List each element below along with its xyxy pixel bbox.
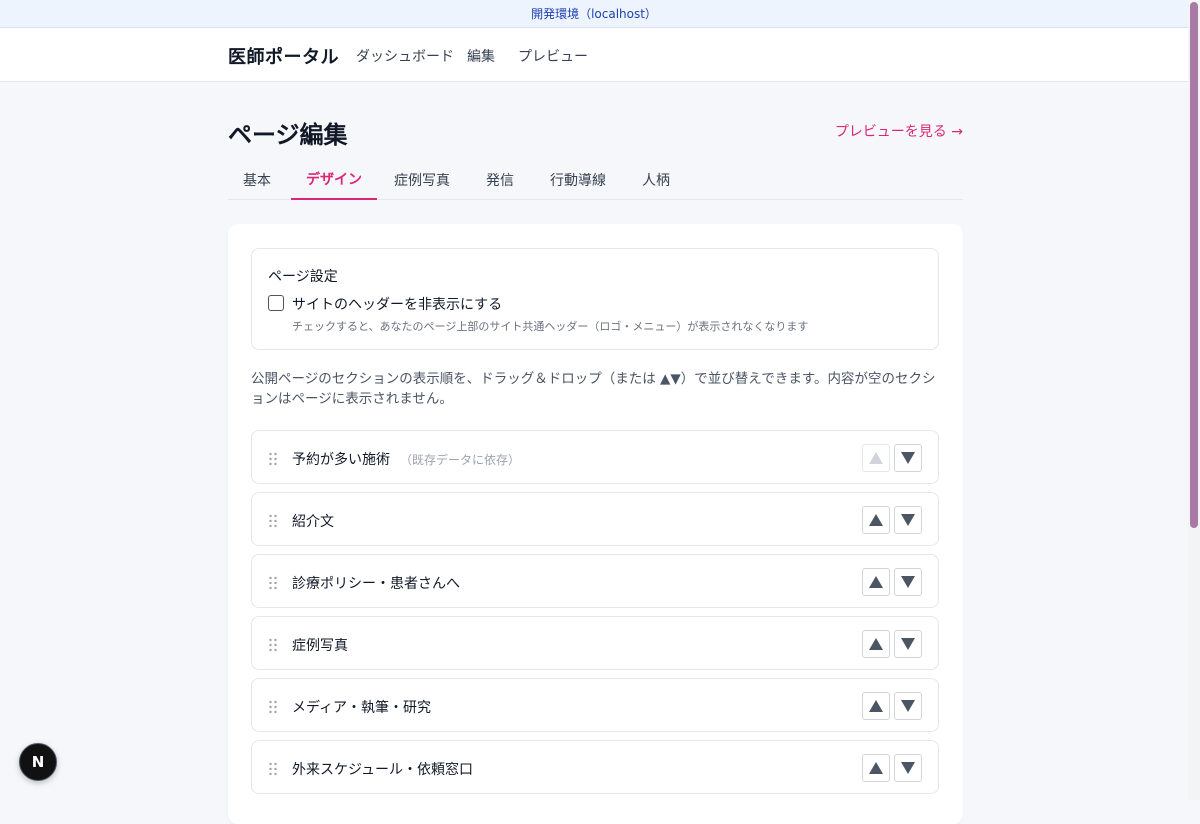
tab-basic[interactable]: 基本	[228, 160, 286, 200]
nav-dashboard[interactable]: ダッシュボード	[356, 46, 454, 66]
triangle-up-icon	[869, 762, 883, 774]
move-down-button[interactable]	[894, 630, 922, 658]
tab-action-flow[interactable]: 行動導線	[535, 160, 621, 200]
triangle-up-icon	[869, 514, 883, 526]
section-row[interactable]: 外来スケジュール・依頼窓口	[251, 740, 939, 794]
drag-handle-icon[interactable]	[269, 451, 277, 466]
triangle-up-icon	[869, 452, 883, 464]
triangle-down-icon	[901, 762, 915, 774]
nav-edit[interactable]: 編集	[467, 46, 495, 66]
preview-link[interactable]: プレビューを見る →	[835, 121, 963, 141]
tab-bar: 基本 デザイン 症例写真 発信 行動導線 人柄	[228, 160, 963, 200]
move-down-button[interactable]	[894, 568, 922, 596]
section-label: 紹介文	[292, 514, 334, 530]
section-row[interactable]: 予約が多い施術 （既存データに依存）	[251, 430, 939, 484]
page-settings-title: ページ設定	[268, 269, 338, 285]
hide-header-help-text: チェックすると、あなたのページ上部のサイト共通ヘッダー（ロゴ・メニュー）が表示さ…	[292, 320, 809, 333]
move-up-button[interactable]	[862, 630, 890, 658]
move-down-button[interactable]	[894, 506, 922, 534]
page-settings-box: ページ設定 サイトのヘッダーを非表示にする チェックすると、あなたのページ上部の…	[251, 248, 939, 350]
environment-banner-text: 開発環境（localhost）	[531, 7, 657, 21]
section-note: （既存データに依存）	[400, 453, 521, 467]
triangle-down-icon	[901, 514, 915, 526]
section-label: 予約が多い施術	[292, 452, 390, 468]
nextjs-badge-letter: N	[31, 753, 45, 771]
hide-header-label[interactable]: サイトのヘッダーを非表示にする	[292, 294, 502, 314]
move-down-button[interactable]	[894, 444, 922, 472]
triangle-down-icon	[901, 638, 915, 650]
section-label: 診療ポリシー・患者さんへ	[292, 576, 460, 592]
move-down-button[interactable]	[894, 692, 922, 720]
section-label-wrap: 予約が多い施術 （既存データに依存）	[292, 449, 520, 469]
brand-logo[interactable]: 医師ポータル	[228, 43, 339, 69]
drag-handle-icon[interactable]	[269, 575, 277, 590]
nav-preview[interactable]: プレビュー	[518, 46, 588, 66]
section-label: メディア・執筆・研究	[292, 700, 432, 716]
triangle-down-icon	[901, 700, 915, 712]
triangle-up-icon	[869, 638, 883, 650]
section-row[interactable]: 症例写真	[251, 616, 939, 670]
drag-handle-icon[interactable]	[269, 637, 277, 652]
design-card: ページ設定 サイトのヘッダーを非表示にする チェックすると、あなたのページ上部の…	[228, 224, 963, 824]
tab-posts[interactable]: 発信	[471, 160, 529, 200]
move-up-button[interactable]	[862, 568, 890, 596]
scrollbar-thumb[interactable]	[1190, 2, 1198, 528]
drag-handle-icon[interactable]	[269, 513, 277, 528]
move-up-button[interactable]	[862, 506, 890, 534]
environment-banner: 開発環境（localhost）	[0, 0, 1188, 28]
tab-design[interactable]: デザイン	[291, 160, 377, 200]
move-down-button[interactable]	[894, 754, 922, 782]
drag-handle-icon[interactable]	[269, 699, 277, 714]
triangle-down-icon	[901, 576, 915, 588]
move-up-button	[862, 444, 890, 472]
page-title: ページ編集	[228, 121, 348, 149]
triangle-down-icon	[901, 452, 915, 464]
section-row[interactable]: 紹介文	[251, 492, 939, 546]
hide-header-checkbox[interactable]	[268, 295, 284, 311]
section-row[interactable]: 診療ポリシー・患者さんへ	[251, 554, 939, 608]
triangle-up-icon	[869, 700, 883, 712]
move-up-button[interactable]	[862, 692, 890, 720]
tab-case-photos[interactable]: 症例写真	[379, 160, 465, 200]
top-navigation: 医師ポータル ダッシュボード 編集 プレビュー	[0, 28, 1188, 82]
tab-personality[interactable]: 人柄	[627, 160, 685, 200]
section-label: 症例写真	[292, 638, 348, 654]
section-row[interactable]: メディア・執筆・研究	[251, 678, 939, 732]
triangle-up-icon	[869, 576, 883, 588]
page-scrollbar[interactable]	[1188, 0, 1200, 800]
move-up-button[interactable]	[862, 754, 890, 782]
drag-handle-icon[interactable]	[269, 761, 277, 776]
nextjs-dev-badge[interactable]: N	[19, 743, 57, 781]
section-order-instructions: 公開ページのセクションの表示順を、ドラッグ＆ドロップ（または ▲▼）で並び替えで…	[251, 371, 936, 407]
section-label: 外来スケジュール・依頼窓口	[292, 762, 474, 778]
